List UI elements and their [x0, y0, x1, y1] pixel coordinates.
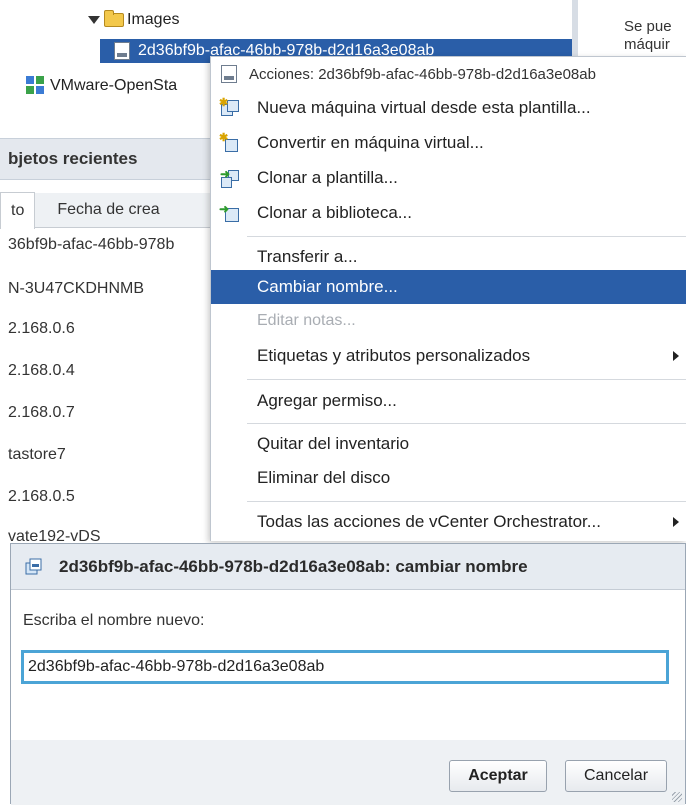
clone-template-icon: ➜	[219, 168, 239, 188]
menu-item-add-permission[interactable]: Agregar permiso...	[211, 384, 686, 418]
folder-icon	[104, 10, 124, 27]
menu-separator	[247, 236, 686, 237]
recent-objects-title: bjetos recientes	[8, 149, 138, 168]
menu-item-edit-notes: Editar notas...	[211, 307, 686, 335]
right-panel-text-1: Se pue	[624, 18, 672, 35]
dialog-footer: Aceptar Cancelar	[11, 740, 685, 805]
new-name-input[interactable]	[21, 650, 669, 684]
menu-item-label: Editar notas...	[257, 312, 356, 329]
menu-item-label: Agregar permiso...	[257, 391, 397, 410]
menu-item-remove-inventory[interactable]: Quitar del inventario	[211, 427, 686, 461]
submenu-arrow-icon	[673, 351, 679, 361]
menu-item-clone-template[interactable]: ➜ Clonar a plantilla...	[211, 161, 686, 195]
menu-item-label: Nueva máquina virtual desde esta plantil…	[257, 98, 591, 117]
dialog-title-bar[interactable]: 2d36bf9b-afac-46bb-978b-d2d16a3e08ab: ca…	[11, 544, 685, 590]
list-item[interactable]: 36bf9b-afac-46bb-978b	[8, 236, 174, 254]
menu-item-orchestrator-actions[interactable]: Todas las acciones de vCenter Orchestrat…	[211, 505, 686, 539]
context-menu: Acciones: 2d36bf9b-afac-46bb-978b-d2d16a…	[210, 56, 686, 541]
clone-library-icon: ➜	[219, 203, 239, 223]
recent-objects-tabs: to Fecha de crea	[0, 191, 210, 229]
list-item[interactable]: tastore7	[8, 446, 66, 464]
menu-item-clone-library[interactable]: ➜ Clonar a biblioteca...	[211, 196, 686, 230]
menu-separator	[247, 379, 686, 380]
submenu-arrow-icon	[673, 517, 679, 527]
menu-item-rename[interactable]: Cambiar nombre...	[211, 270, 686, 304]
menu-item-label: Convertir en máquina virtual...	[257, 133, 484, 152]
menu-item-label: Clonar a biblioteca...	[257, 203, 412, 222]
menu-item-label: Transferir a...	[257, 247, 358, 266]
context-menu-title: Acciones: 2d36bf9b-afac-46bb-978b-d2d16a…	[249, 65, 596, 83]
tree-item-images[interactable]: Images	[88, 8, 179, 32]
list-item[interactable]: 2.168.0.5	[8, 488, 75, 506]
menu-item-label: Clonar a plantilla...	[257, 168, 398, 187]
tab-viewed[interactable]: to	[0, 191, 36, 229]
menu-item-label: Quitar del inventario	[257, 434, 410, 453]
list-item[interactable]: 2.168.0.7	[8, 404, 75, 422]
cancel-button[interactable]: Cancelar	[565, 760, 667, 792]
menu-item-convert-vm[interactable]: ✱ Convertir en máquina virtual...	[211, 126, 686, 160]
expand-arrow-icon[interactable]	[88, 16, 100, 24]
menu-item-new-vm[interactable]: ✱ Nueva máquina virtual desde esta plant…	[211, 91, 686, 125]
tab-label: to	[11, 201, 25, 219]
menu-item-tags-attributes[interactable]: Etiquetas y atributos personalizados	[211, 339, 686, 373]
new-name-label: Escriba el nombre nuevo:	[23, 612, 205, 629]
vm-template-icon	[114, 42, 130, 60]
tab-label: Fecha de crea	[57, 200, 160, 218]
menu-item-label: Eliminar del disco	[257, 468, 391, 487]
tree-item-vapp[interactable]: VMware-OpenSta	[26, 74, 177, 98]
list-item[interactable]: 2.168.0.4	[8, 362, 75, 380]
rename-dialog: 2d36bf9b-afac-46bb-978b-d2d16a3e08ab: ca…	[10, 543, 686, 805]
convert-vm-icon: ✱	[219, 133, 239, 153]
list-item[interactable]: 2.168.0.6	[8, 320, 75, 338]
new-vm-icon: ✱	[219, 98, 239, 118]
menu-item-delete-disk[interactable]: Eliminar del disco	[211, 461, 686, 495]
menu-item-label: Todas las acciones de vCenter Orchestrat…	[257, 512, 601, 531]
menu-separator	[247, 501, 686, 502]
tab-created-date[interactable]: Fecha de crea	[35, 192, 210, 228]
vm-template-icon	[221, 65, 237, 83]
menu-item-transfer[interactable]: Transferir a...	[211, 240, 686, 274]
tree-item-label: Images	[127, 11, 180, 28]
accept-button[interactable]: Aceptar	[449, 760, 547, 792]
vm-template-icon	[25, 558, 43, 576]
tree-item-label: VMware-OpenSta	[50, 77, 178, 94]
vapp-icon	[26, 76, 46, 96]
right-panel-text-2: máquir	[624, 36, 670, 53]
recent-objects-header: bjetos recientes	[0, 138, 210, 180]
context-menu-header: Acciones: 2d36bf9b-afac-46bb-978b-d2d16a…	[211, 57, 686, 91]
menu-item-label: Etiquetas y atributos personalizados	[257, 346, 531, 365]
menu-item-label: Cambiar nombre...	[257, 277, 398, 296]
list-item[interactable]: N-3U47CKDHNMB	[8, 280, 144, 298]
dialog-body: Escriba el nombre nuevo:	[11, 590, 685, 740]
dialog-title: 2d36bf9b-afac-46bb-978b-d2d16a3e08ab: ca…	[59, 556, 528, 576]
panel-splitter[interactable]	[572, 0, 578, 60]
resize-grip-icon[interactable]	[672, 792, 682, 802]
menu-separator	[247, 423, 686, 424]
